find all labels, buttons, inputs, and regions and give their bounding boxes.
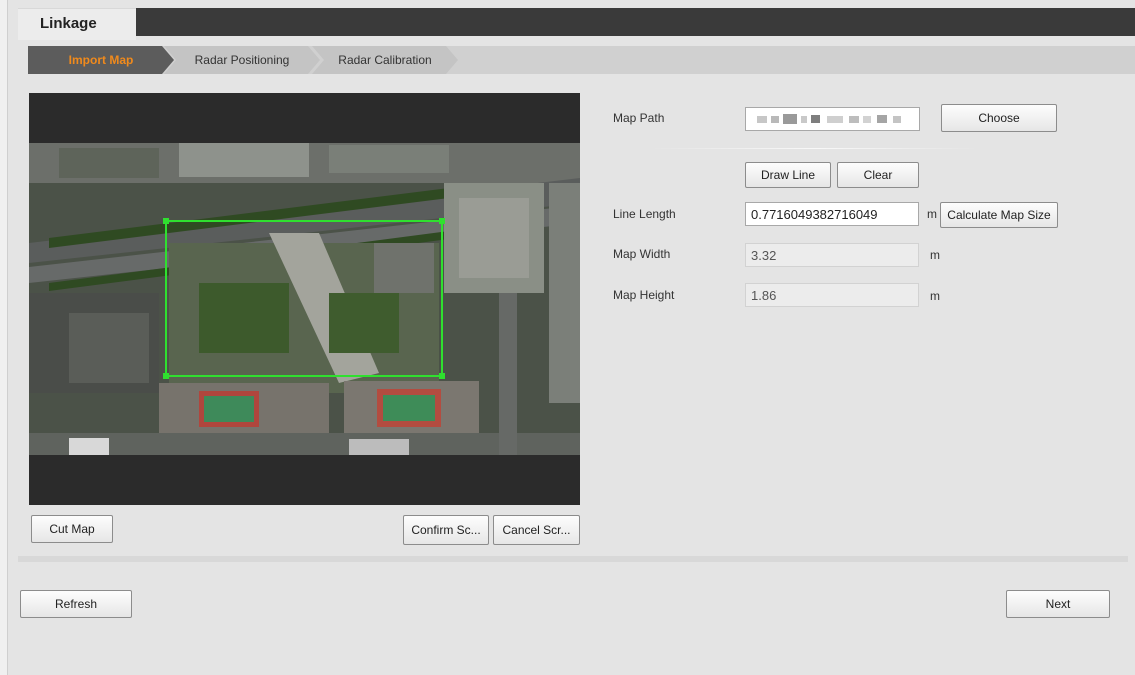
choose-button[interactable]: Choose xyxy=(941,104,1057,132)
map-width-unit: m xyxy=(930,248,940,262)
aerial-map-drawing xyxy=(29,143,580,455)
map-preview-panel xyxy=(29,93,580,505)
cut-map-button[interactable]: Cut Map xyxy=(31,515,113,543)
map-height-unit: m xyxy=(930,289,940,303)
step-import-map-label: Import Map xyxy=(68,53,134,67)
step-radar-calibration[interactable]: Radar Calibration xyxy=(312,46,458,74)
section-divider xyxy=(18,556,1128,562)
map-height-label: Map Height xyxy=(613,288,675,302)
cancel-screenshot-button[interactable]: Cancel Scr... xyxy=(493,515,580,545)
confirm-screenshot-button[interactable]: Confirm Sc... xyxy=(403,515,489,545)
divider-line xyxy=(650,148,980,149)
step-radar-positioning-label: Radar Positioning xyxy=(194,53,290,67)
draw-line-button[interactable]: Draw Line xyxy=(745,162,831,188)
step-radar-calibration-label: Radar Calibration xyxy=(338,53,432,67)
calculate-map-size-button[interactable]: Calculate Map Size xyxy=(940,202,1058,228)
selection-handle-bl xyxy=(163,373,169,379)
selection-handle-br xyxy=(439,373,445,379)
line-length-input[interactable] xyxy=(745,202,919,226)
selection-handle-tl xyxy=(163,218,169,224)
map-height-field xyxy=(745,283,919,307)
step-radar-positioning[interactable]: Radar Positioning xyxy=(164,46,320,74)
map-width-label: Map Width xyxy=(613,247,671,261)
refresh-button[interactable]: Refresh xyxy=(20,590,132,618)
step-import-map[interactable]: Import Map xyxy=(28,46,174,74)
blurred-path-text xyxy=(757,114,901,124)
map-path-field[interactable] xyxy=(745,107,920,131)
map-width-field xyxy=(745,243,919,267)
steps-bar: Import Map Radar Positioning Radar Calib… xyxy=(28,46,1135,74)
line-length-unit: m xyxy=(927,207,937,221)
aerial-map-image xyxy=(29,143,580,455)
selection-handle-tr xyxy=(439,218,445,224)
map-path-label: Map Path xyxy=(613,111,665,125)
line-length-label: Line Length xyxy=(613,207,676,221)
tab-linkage[interactable]: Linkage xyxy=(18,8,136,40)
next-button[interactable]: Next xyxy=(1006,590,1110,618)
title-bar: Linkage xyxy=(18,8,1135,40)
clear-button[interactable]: Clear xyxy=(837,162,919,188)
